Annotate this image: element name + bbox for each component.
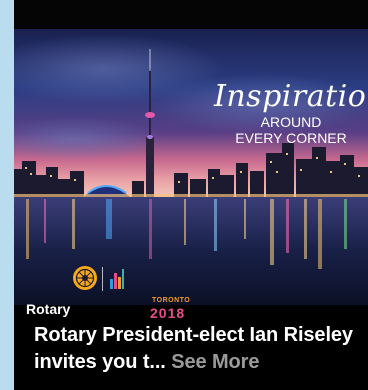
rotary-wheel-icon [73, 266, 97, 290]
event-year-text: 2018 [150, 305, 186, 321]
post-headline[interactable]: Rotary President-elect Ian Riseley invit… [34, 322, 364, 376]
card-top-bar [14, 0, 368, 29]
rotary-logo-text: Rotary [26, 301, 71, 317]
image-caption-line3: EVERY CORNER [235, 130, 347, 146]
image-caption-line2: AROUND [260, 114, 322, 130]
image-caption-script: Inspiration [214, 79, 368, 114]
event-city-text: TORONTO [152, 297, 191, 304]
post-card[interactable]: Inspiration AROUND EVERY CORNER Rotary T… [14, 0, 368, 390]
see-more-link[interactable]: See More [171, 351, 259, 373]
toronto-skyline-photo [14, 29, 368, 305]
post-image[interactable]: Inspiration AROUND EVERY CORNER Rotary T… [14, 29, 368, 321]
